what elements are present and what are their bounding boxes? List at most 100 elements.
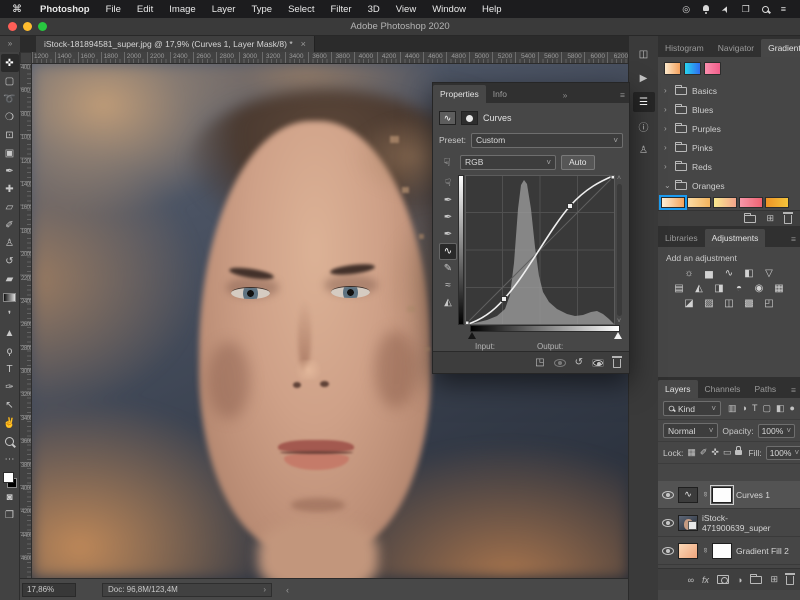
dodge-tool[interactable]: ϙ — [1, 342, 19, 360]
patch-tool[interactable]: ▱ — [1, 198, 19, 216]
edit-toolbar-ellipsis[interactable]: ⋯ — [1, 450, 19, 468]
mask-link-icon[interactable]: ∞ — [702, 492, 709, 498]
lock-pixels-icon[interactable]: ✐ — [700, 447, 708, 458]
tab-gradients[interactable]: Gradients — [761, 39, 800, 57]
tab-layers[interactable]: Layers — [658, 380, 698, 398]
fill-field[interactable]: 100% ˅ — [766, 446, 800, 460]
clip-to-layer-icon[interactable]: ◳ — [535, 357, 544, 368]
black-white-icon[interactable]: ◨ — [712, 283, 726, 294]
actions-panel-icon[interactable]: ▶ — [633, 68, 655, 88]
menu-item[interactable]: Edit — [129, 4, 161, 15]
layer-row-curves[interactable]: ∿ ∞ Curves 1 — [658, 481, 800, 509]
status-menu-chevron[interactable]: › — [263, 585, 266, 594]
auto-button[interactable]: Auto — [561, 155, 595, 170]
rectangular-marquee-tool[interactable]: ▢ — [1, 72, 19, 90]
scroll-down-icon[interactable]: ˅ — [617, 318, 621, 325]
delete-gradient-icon[interactable] — [784, 215, 792, 224]
filter-shape-icon[interactable]: ▢ — [762, 403, 771, 414]
control-center-icon[interactable]: ≡ — [781, 4, 786, 14]
tab-channels[interactable]: Channels — [698, 380, 748, 398]
expand-chevron-icon[interactable]: › — [664, 105, 670, 114]
layer-visibility-eye-icon[interactable] — [662, 547, 674, 555]
add-layer-mask-icon[interactable] — [717, 575, 729, 584]
new-group-icon[interactable] — [750, 576, 762, 584]
clone-source-panel-icon[interactable]: ♙ — [633, 140, 655, 160]
scroll-up-icon[interactable]: ˄ — [617, 175, 621, 182]
channel-mixer-icon[interactable]: ◉ — [752, 283, 766, 294]
new-adjustment-layer-icon[interactable]: ◑ — [737, 575, 742, 585]
delete-adjustment-icon[interactable] — [613, 359, 621, 368]
levels-icon[interactable]: ▅ — [702, 268, 716, 279]
tab-histogram[interactable]: Histogram — [658, 39, 711, 57]
curves-layer-thumbnail[interactable]: ∿ — [678, 487, 698, 503]
edit-points-icon[interactable]: ∿ — [439, 243, 457, 260]
color-balance-icon[interactable]: ◭ — [692, 283, 706, 294]
layer-mask-thumbnail[interactable] — [712, 487, 732, 503]
exposure-icon[interactable]: ◧ — [742, 268, 756, 279]
recent-gradient-peach[interactable] — [664, 62, 681, 75]
posterize-icon[interactable]: ▨ — [702, 298, 716, 309]
expand-chevron-icon[interactable]: ⌄ — [664, 181, 670, 190]
menu-item[interactable]: Photoshop — [32, 4, 98, 15]
apple-menu-icon[interactable]: ⌘ — [12, 4, 22, 15]
eyedropper-tool[interactable]: ✒ — [1, 162, 19, 180]
path-selection-tool[interactable]: ↖ — [1, 396, 19, 414]
menu-item[interactable]: Filter — [322, 4, 359, 15]
layer-visibility-eye-icon[interactable] — [662, 519, 674, 527]
smooth-curve-icon[interactable]: ≈ — [439, 277, 457, 294]
curves-grid[interactable] — [465, 175, 615, 325]
gradient-group-row[interactable]: › Reds — [658, 157, 800, 176]
object-selection-tool[interactable]: ❍ — [1, 108, 19, 126]
targeted-adjustment-icon[interactable]: ☟ — [439, 175, 457, 192]
clone-stamp-tool[interactable]: ♙ — [1, 234, 19, 252]
selective-color-icon[interactable]: ◰ — [762, 298, 776, 309]
foreground-background-swatches[interactable] — [2, 472, 18, 488]
crop-tool[interactable]: ⊡ — [1, 126, 19, 144]
properties-panel-icon[interactable]: ☰ — [633, 92, 655, 112]
search-icon[interactable] — [762, 6, 769, 13]
gradient-group-row[interactable]: › Purples — [658, 119, 800, 138]
tab-info[interactable]: Info — [486, 85, 514, 103]
pen-tool[interactable]: ✑ — [1, 378, 19, 396]
photo-layer-thumbnail[interactable] — [678, 515, 698, 531]
notification-bell-icon[interactable] — [702, 5, 710, 14]
new-gradient-group-icon[interactable] — [744, 215, 756, 223]
invert-icon[interactable]: ◪ — [682, 298, 696, 309]
color-lookup-icon[interactable]: ▦ — [772, 283, 786, 294]
lock-transparency-icon[interactable]: ▦ — [687, 447, 696, 458]
mask-badge-icon[interactable] — [461, 111, 478, 125]
history-brush-tool[interactable]: ↺ — [1, 252, 19, 270]
scroll-left-arrow[interactable]: ‹ — [286, 585, 289, 595]
tab-adjustments[interactable]: Adjustments — [705, 229, 766, 247]
layer-name[interactable]: iStock-471900639_super — [702, 513, 796, 533]
new-layer-icon[interactable]: ⊞ — [770, 574, 778, 585]
lasso-tool[interactable]: ➰ — [1, 90, 19, 108]
gradient-map-icon[interactable]: ▩ — [742, 298, 756, 309]
gradient-group-row[interactable]: › Basics — [658, 81, 800, 100]
screen-mode-toggle[interactable]: ❐ — [1, 506, 19, 524]
filter-pin-icon[interactable]: ● — [789, 403, 794, 414]
gradient-tool[interactable] — [1, 288, 19, 306]
histogram-clipping-icon[interactable]: ◭ — [439, 294, 457, 311]
channel-select[interactable]: RGB ˅ — [460, 155, 556, 170]
layer-filter-kind-select[interactable]: Kind ˅ — [663, 401, 721, 416]
camera-restore-icon[interactable]: ◎ — [682, 4, 690, 15]
preset-select[interactable]: Custom ˅ — [471, 133, 623, 148]
expand-chevron-icon[interactable]: › — [664, 162, 670, 171]
white-point-eyedropper-icon[interactable]: ✒ — [439, 226, 457, 243]
recent-gradient-pink[interactable] — [704, 62, 721, 75]
menu-item[interactable]: Type — [243, 4, 280, 15]
curves-icon[interactable]: ∿ — [722, 268, 736, 279]
blur-tool[interactable]: ❜ — [1, 306, 19, 324]
tab-properties[interactable]: Properties — [433, 85, 486, 103]
type-tool[interactable]: T — [1, 360, 19, 378]
layer-name[interactable]: Gradient Fill 2 — [736, 546, 789, 556]
menu-item[interactable]: Window — [424, 4, 474, 15]
zoom-percentage-field[interactable]: 17,86% — [22, 583, 76, 597]
history-panel-icon[interactable]: ◫ — [633, 44, 655, 64]
photo-filter-icon[interactable]: ◓ — [732, 283, 746, 294]
close-tab-icon[interactable]: × — [301, 39, 306, 49]
panel-menu-icon[interactable]: ≡ — [791, 385, 796, 398]
expand-chevron-icon[interactable]: › — [664, 124, 670, 133]
targeted-adjustment-hand-icon[interactable]: ☟ — [439, 156, 455, 169]
